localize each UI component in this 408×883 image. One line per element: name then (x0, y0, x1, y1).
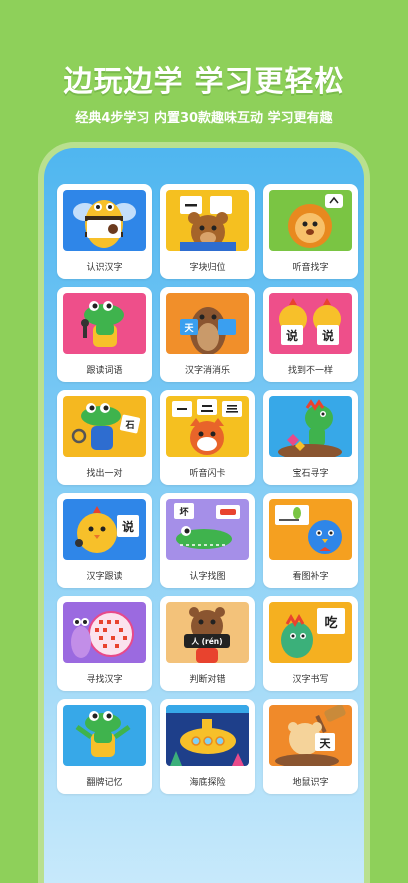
hamster-hammer-icon: 天 (269, 705, 352, 766)
game-label: 汉字消消乐 (184, 366, 230, 376)
game-card-10[interactable]: 说 汉字跟读 (57, 493, 152, 588)
chick-card-icon: 说 (63, 499, 146, 560)
dinosaur-gems-icon (269, 396, 352, 457)
game-grid: 认识汉字 字块归位 听音找字 跟读词语 天 汉字消消乐 说 说 找到不一样 石 … (57, 184, 358, 794)
svg-text:说: 说 (122, 519, 134, 534)
game-label: 宝石寻字 (292, 469, 329, 479)
game-label: 寻找汉字 (86, 675, 123, 685)
phone-screen: 认识汉字 字块归位 听音找字 跟读词语 天 汉字消消乐 说 说 找到不一样 石 … (44, 148, 364, 883)
game-card-7[interactable]: 石 找出一对 (57, 390, 152, 485)
game-label: 认识汉字 (86, 263, 123, 273)
game-label: 听音找字 (292, 263, 329, 273)
game-card-2[interactable]: 字块归位 (160, 184, 255, 279)
game-label: 字块归位 (189, 263, 226, 273)
svg-text:天: 天 (320, 737, 332, 750)
game-card-3[interactable]: 听音找字 (263, 184, 358, 279)
svg-text:吃: 吃 (324, 615, 337, 631)
game-label: 跟读词语 (86, 366, 123, 376)
game-card-6[interactable]: 说 说 找到不一样 (263, 287, 358, 382)
game-card-18[interactable]: 天 地鼠识字 (263, 699, 358, 794)
game-card-9[interactable]: 宝石寻字 (263, 390, 358, 485)
game-label: 判断对错 (189, 675, 226, 685)
game-card-14[interactable]: 人 (rén) 判断对错 (160, 596, 255, 691)
phone-frame: 认识汉字 字块归位 听音找字 跟读词语 天 汉字消消乐 说 说 找到不一样 石 … (38, 142, 370, 883)
page-subtitle: 经典4步学习 内置30款趣味互动 学习更有趣 (75, 111, 333, 126)
beaver-icon: 天 (166, 293, 249, 354)
game-label: 汉字书写 (292, 675, 329, 685)
game-card-12[interactable]: 看图补字 (263, 493, 358, 588)
bear-sign-icon: 人 (rén) (166, 602, 249, 663)
game-label: 翻牌记忆 (86, 778, 123, 788)
fox-cards-icon (166, 396, 249, 457)
game-card-5[interactable]: 天 汉字消消乐 (160, 287, 255, 382)
svg-text:天: 天 (184, 323, 194, 334)
game-card-16[interactable]: 翻牌记忆 (57, 699, 152, 794)
game-label: 找到不一样 (287, 366, 333, 376)
page-title: 边玩边学 学习更轻松 (63, 64, 345, 98)
svg-text:石: 石 (124, 420, 134, 431)
svg-text:说: 说 (322, 328, 334, 343)
game-card-8[interactable]: 听音闪卡 (160, 390, 255, 485)
game-card-1[interactable]: 认识汉字 (57, 184, 152, 279)
game-label: 认字找图 (189, 572, 226, 582)
game-label: 海底探险 (189, 778, 226, 788)
snail-icon (63, 602, 146, 663)
bee-bear-icon (63, 190, 146, 251)
game-card-11[interactable]: 坏 认字找图 (160, 493, 255, 588)
crocodile-cheer-icon (63, 705, 146, 766)
game-card-15[interactable]: 吃 汉字书写 (263, 596, 358, 691)
game-label: 汉字跟读 (86, 572, 123, 582)
dinosaur-writing-icon: 吃 (269, 602, 352, 663)
game-label: 听音闪卡 (189, 469, 226, 479)
svg-text:说: 说 (286, 328, 298, 343)
game-card-13[interactable]: 寻找汉字 (57, 596, 152, 691)
crocodile-magnifier-icon: 石 (63, 396, 146, 457)
bear-blocks-icon (166, 190, 249, 251)
game-card-17[interactable]: 海底探险 (160, 699, 255, 794)
twin-chicks-icon: 说 说 (269, 293, 352, 354)
game-label: 看图补字 (292, 572, 329, 582)
submarine-icon (166, 705, 249, 766)
crocodile-car-icon: 坏 (166, 499, 249, 560)
svg-text:人 (rén): 人 (rén) (191, 637, 222, 646)
game-label: 地鼠识字 (292, 778, 329, 788)
crocodile-singer-icon (63, 293, 146, 354)
bluebird-icon (269, 499, 352, 560)
game-label: 找出一对 (86, 469, 123, 479)
svg-text:坏: 坏 (179, 506, 188, 518)
lion-icon (269, 190, 352, 251)
game-card-4[interactable]: 跟读词语 (57, 287, 152, 382)
